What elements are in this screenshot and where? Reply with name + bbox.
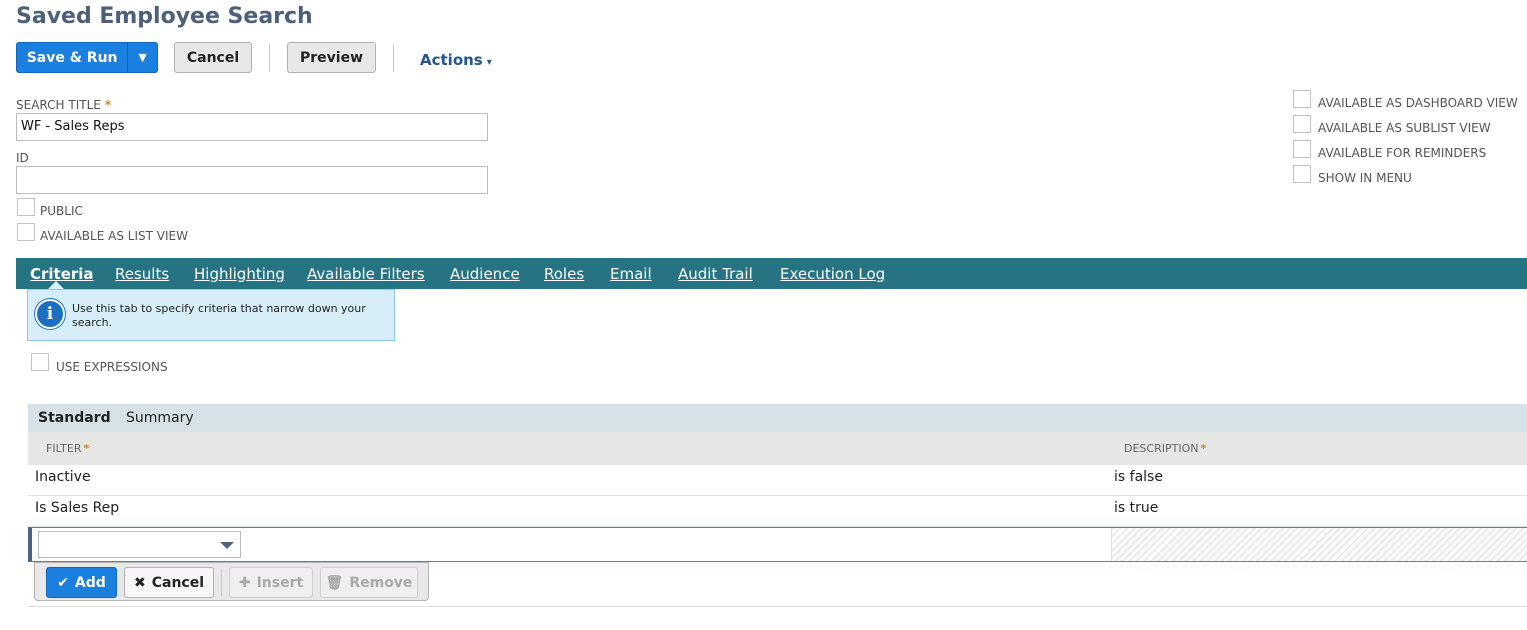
info-icon: i — [35, 299, 65, 329]
tab-roles[interactable]: Roles — [544, 265, 584, 283]
search-title-label: SEARCH TITLE * — [16, 98, 112, 112]
description-cell: is true — [1114, 500, 1159, 516]
available-as-sublist-view-checkbox[interactable] — [1293, 115, 1311, 133]
available-for-reminders-checkbox[interactable] — [1293, 140, 1311, 158]
checkmark-icon: ✔ — [57, 574, 69, 591]
show-in-menu-checkbox[interactable] — [1293, 165, 1311, 183]
available-for-reminders-label: AVAILABLE FOR REMINDERS — [1318, 146, 1487, 160]
save-options-dropdown-icon[interactable]: ▼ — [127, 43, 157, 72]
tab-execution-log[interactable]: Execution Log — [780, 265, 885, 283]
row-action-bar: ✔ Add ✖ Cancel ✚ Insert 🗑 Remove — [34, 562, 429, 601]
criteria-grid-header: FILTER * DESCRIPTION * — [28, 432, 1527, 465]
cancel-row-button[interactable]: ✖ Cancel — [124, 567, 214, 598]
new-criteria-row[interactable] — [28, 527, 1527, 562]
tab-email[interactable]: Email — [610, 265, 652, 283]
table-row[interactable]: Is Sales Rep is true — [28, 496, 1527, 527]
tab-audience[interactable]: Audience — [450, 265, 520, 283]
available-as-list-view-checkbox[interactable] — [17, 223, 35, 241]
id-input[interactable] — [16, 166, 488, 194]
trash-icon: 🗑 — [325, 574, 344, 591]
description-column-header[interactable]: DESCRIPTION * — [1124, 442, 1206, 455]
tab-available-filters[interactable]: Available Filters — [307, 265, 425, 283]
tab-standard[interactable]: Standard — [38, 410, 111, 426]
remove-row-button[interactable]: 🗑 Remove — [320, 567, 418, 598]
filter-select[interactable] — [38, 531, 241, 558]
subtab-bar: Criteria Results Highlighting Available … — [16, 258, 1527, 289]
plus-icon: ✚ — [238, 574, 251, 591]
add-row-button[interactable]: ✔ Add — [46, 567, 117, 598]
save-and-run-label[interactable]: Save & Run — [17, 50, 127, 66]
show-in-menu-label: SHOW IN MENU — [1318, 171, 1412, 185]
tab-summary[interactable]: Summary — [126, 410, 194, 426]
chevron-down-icon[interactable] — [220, 542, 234, 549]
save-and-run-button[interactable]: Save & Run ▼ — [16, 42, 158, 73]
filter-cell: Is Sales Rep — [35, 500, 120, 516]
criteria-subtabs: Standard Summary — [28, 404, 1527, 432]
public-label: PUBLIC — [40, 204, 83, 218]
available-as-sublist-view-label: AVAILABLE AS SUBLIST VIEW — [1318, 121, 1491, 135]
description-cell: is false — [1114, 469, 1163, 485]
filter-column-header[interactable]: FILTER * — [46, 442, 89, 455]
toolbar-divider — [393, 44, 394, 72]
id-label: ID — [16, 151, 29, 165]
grid-bottom-border — [28, 606, 1527, 607]
toolbar-divider — [269, 44, 270, 72]
active-tab-pointer — [48, 281, 64, 289]
action-bar-divider — [221, 569, 222, 596]
tab-results[interactable]: Results — [115, 265, 169, 283]
use-expressions-checkbox[interactable] — [31, 353, 49, 371]
page-title: Saved Employee Search — [16, 4, 313, 29]
actions-label[interactable]: Actions — [420, 51, 483, 69]
preview-button[interactable]: Preview — [287, 42, 376, 73]
available-as-dashboard-view-checkbox[interactable] — [1293, 90, 1311, 108]
cancel-button[interactable]: Cancel — [174, 42, 252, 73]
tab-audit-trail[interactable]: Audit Trail — [678, 265, 753, 283]
insert-row-button[interactable]: ✚ Insert — [229, 567, 313, 598]
search-title-input[interactable]: WF - Sales Reps — [16, 113, 488, 141]
available-as-dashboard-view-label: AVAILABLE AS DASHBOARD VIEW — [1318, 96, 1518, 110]
tab-help-message: i Use this tab to specify criteria that … — [27, 289, 395, 341]
required-marker: * — [104, 98, 112, 112]
use-expressions-label: USE EXPRESSIONS — [56, 360, 168, 374]
available-as-list-view-label: AVAILABLE AS LIST VIEW — [40, 229, 188, 243]
public-checkbox[interactable] — [17, 198, 35, 216]
description-cell-disabled — [1111, 528, 1527, 561]
tab-highlighting[interactable]: Highlighting — [194, 265, 285, 283]
table-row[interactable]: Inactive is false — [28, 465, 1527, 496]
close-icon: ✖ — [133, 574, 146, 591]
actions-menu[interactable]: Actions ▾ — [420, 51, 492, 69]
tab-help-text: Use this tab to specify criteria that na… — [72, 302, 366, 329]
filter-cell: Inactive — [35, 469, 91, 485]
caret-down-icon: ▾ — [486, 57, 492, 68]
